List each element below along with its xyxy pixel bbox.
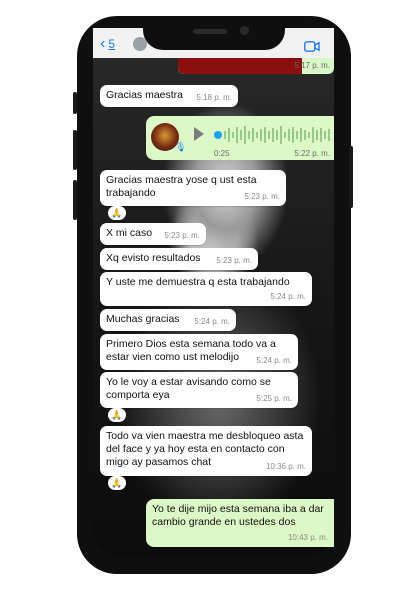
message-text: Xq evisto resultados xyxy=(106,252,201,264)
waveform xyxy=(224,126,330,144)
message-time: 5:23 p. m. xyxy=(244,192,280,201)
microphone-icon: 🎙 xyxy=(175,142,187,152)
message-text: Yo le voy a estar avisando como se compo… xyxy=(106,376,271,401)
mute-switch xyxy=(73,92,77,114)
message-bubble[interactable]: Todo va vien maestra me desbloqueo asta … xyxy=(100,426,312,476)
message-time: 5:23 p. m. xyxy=(164,231,200,240)
message-bubble[interactable]: X mi caso 5:23 p. m. xyxy=(100,223,206,245)
play-icon[interactable] xyxy=(194,127,204,141)
message-text: Y uste me demuestra q esta trabajando xyxy=(106,276,290,288)
message-time: 10:36 p. m. xyxy=(265,462,306,471)
message-time: 5:22 p. m. xyxy=(294,149,330,158)
message-bubble-outgoing[interactable]: Yo te dije mijo esta semana iba a dar ca… xyxy=(146,499,334,547)
message-text: Muchas gracias xyxy=(106,313,180,325)
message-time: 10:43 p. m. xyxy=(287,533,328,542)
message-bubble[interactable]: Xq evisto resultados 5:23 p. m. xyxy=(100,248,258,270)
front-camera xyxy=(240,26,249,35)
message-bubble[interactable]: Y uste me demuestra q esta trabajando 5:… xyxy=(100,272,312,306)
volume-up-button xyxy=(73,130,77,170)
message-time: 5:25 p. m. xyxy=(256,394,292,403)
message-bubble[interactable]: Primero Dios esta semana todo va a estar… xyxy=(100,334,298,370)
voice-duration: 0:25 xyxy=(214,149,230,158)
voice-message-bubble[interactable]: 🎙 0:25 5:22 p. m. xyxy=(146,116,334,160)
message-time: 5:24 p. m. xyxy=(256,356,292,365)
message-time: 5:24 p. m. xyxy=(194,317,230,326)
contact-avatar[interactable] xyxy=(133,37,147,51)
playback-scrubber[interactable] xyxy=(214,131,222,139)
volume-down-button xyxy=(73,180,77,220)
message-text: Yo te dije mijo esta semana iba a dar ca… xyxy=(152,503,324,528)
message-time: 5:18 p. m. xyxy=(196,93,232,102)
speaker xyxy=(193,29,227,34)
message-bubble[interactable]: Gracias maestra yose q ust esta trabajan… xyxy=(100,170,286,206)
previous-image-message[interactable]: 5:17 p. m. xyxy=(178,58,334,74)
image-preview xyxy=(178,58,302,74)
message-time: 5:17 p. m. xyxy=(294,61,330,70)
video-call-icon[interactable] xyxy=(304,39,320,57)
message-time: 5:24 p. m. xyxy=(270,292,306,301)
reaction-badge[interactable]: 🙏 xyxy=(108,476,126,490)
message-bubble[interactable]: Muchas gracias 5:24 p. m. xyxy=(100,309,236,331)
power-button xyxy=(349,146,353,208)
message-text: Gracias maestra xyxy=(106,89,184,101)
reaction-badge[interactable]: 🙏 xyxy=(108,408,126,422)
message-text: Primero Dios esta semana todo va a estar… xyxy=(106,338,276,363)
message-text: X mi caso xyxy=(106,227,153,239)
message-text: Gracias maestra yose q ust esta trabajan… xyxy=(106,174,257,199)
message-time: 5:23 p. m. xyxy=(216,256,252,265)
back-button[interactable]: ‹ 5 xyxy=(100,35,116,52)
unread-count: 5 xyxy=(108,37,116,51)
reaction-badge[interactable]: 🙏 xyxy=(108,206,126,220)
chevron-left-icon: ‹ xyxy=(100,35,106,52)
message-bubble[interactable]: Yo le voy a estar avisando como se compo… xyxy=(100,372,298,408)
message-bubble[interactable]: Gracias maestra 5:18 p. m. xyxy=(100,85,238,107)
